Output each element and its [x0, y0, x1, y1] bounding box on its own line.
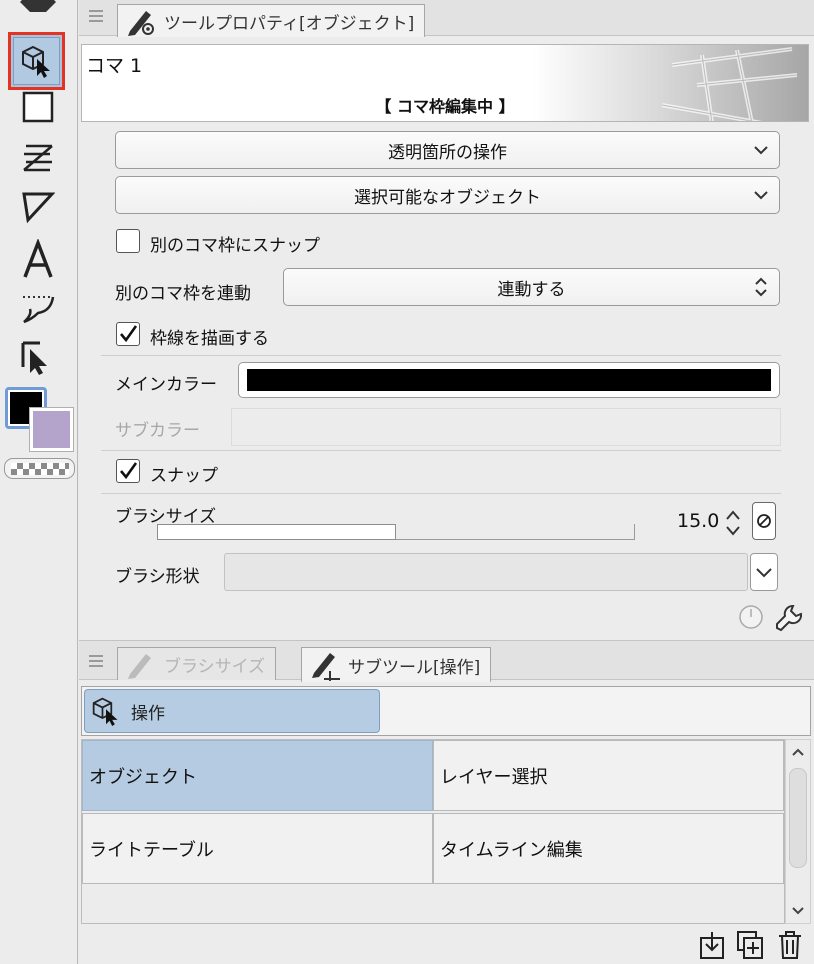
pen-gear-icon — [128, 11, 154, 36]
chevron-down-icon — [754, 146, 768, 155]
chevron-down-icon — [756, 568, 772, 578]
menu-icon[interactable] — [89, 10, 103, 24]
tab-brush-size-label: ブラシサイズ — [164, 656, 266, 677]
checkmark-icon — [120, 325, 138, 343]
tab-subtool[interactable]: サブツール[操作] — [301, 647, 492, 682]
rectangle-frame-icon — [22, 91, 54, 123]
subtool-item-light-table[interactable]: ライトテーブル — [82, 813, 433, 884]
pen-frame-icon — [312, 653, 340, 681]
selectable-objects-dropdown[interactable]: 選択可能なオブジェクト — [115, 176, 780, 214]
list-item-label: タイムライン編集 — [440, 839, 583, 861]
line-select-arrow-icon — [21, 341, 47, 375]
menu-icon[interactable] — [89, 655, 103, 669]
snap-label: スナップ — [150, 466, 218, 486]
subtool-list: オブジェクト レイヤー選択 ライトテーブル タイムライン編集 — [81, 739, 785, 924]
operation-tool-icon — [21, 45, 50, 78]
scroll-thumb[interactable] — [789, 768, 807, 868]
brush-shape-dropdown-button[interactable] — [750, 553, 778, 591]
list-item-label: レイヤー選択 — [440, 766, 548, 788]
subtool-group-bar: 操作 — [81, 686, 811, 736]
text-tool-button[interactable] — [14, 236, 62, 282]
sub-color-swatch[interactable] — [29, 407, 74, 452]
list-item-label: オブジェクト — [89, 766, 197, 788]
selectable-objects-value: 選択可能なオブジェクト — [354, 187, 541, 208]
trash-icon[interactable] — [776, 930, 804, 960]
tab-subtool-label: サブツール[操作] — [348, 657, 481, 678]
subtool-group-operation[interactable]: 操作 — [84, 689, 380, 733]
figure-tool-button[interactable] — [14, 184, 62, 230]
correction-tool-button[interactable] — [14, 334, 62, 380]
triangle-figure-icon — [22, 192, 55, 224]
snap-other-frame-label: 別のコマ枠にスナップ — [150, 236, 320, 256]
subtool-item-layer-select[interactable]: レイヤー選択 — [433, 740, 784, 811]
main-color-field[interactable] — [238, 362, 780, 398]
sub-color-label: サブカラー — [115, 421, 200, 441]
brush-size-slider-fill[interactable] — [157, 524, 396, 540]
subtool-header: ブラシサイズ サブツール[操作] — [79, 640, 814, 682]
draw-border-checkbox[interactable] — [116, 322, 140, 346]
subtool-bottom-bar — [79, 926, 814, 964]
transparent-color-swatch[interactable] — [4, 458, 75, 479]
preview-title: コマ 1 — [86, 55, 143, 77]
chevron-down-icon — [754, 191, 768, 200]
brush-icon — [128, 654, 151, 679]
transparent-area-dropdown[interactable]: 透明箇所の操作 — [115, 131, 780, 169]
ruler-icon — [23, 144, 53, 172]
frame-sketch-icon — [661, 47, 798, 121]
main-color-bar — [247, 369, 771, 391]
scroll-up-icon[interactable] — [788, 743, 808, 761]
pressure-toggle-icon — [757, 514, 771, 528]
checkerboard-icon — [10, 462, 69, 475]
main-color-label: メインカラー — [115, 375, 217, 395]
subtool-item-timeline-edit[interactable]: タイムライン編集 — [433, 813, 784, 884]
brush-size-value[interactable]: 15.0 — [677, 510, 719, 532]
list-item-label: ライトテーブル — [89, 839, 214, 861]
link-other-frame-label: 別のコマ枠を連動 — [115, 284, 251, 304]
tool-preview: コマ 1 【 コマ枠編集中 】 — [81, 44, 809, 122]
balloon-tool-button[interactable] — [14, 284, 62, 330]
brush-shape-field — [224, 553, 748, 591]
text-a-icon — [23, 239, 53, 278]
reset-icon[interactable] — [737, 603, 765, 631]
move-tool-icon[interactable] — [16, 0, 60, 12]
tab-brush-size[interactable]: ブラシサイズ — [117, 647, 277, 680]
operation-tool-icon — [92, 697, 118, 726]
stepper-arrows-icon[interactable] — [724, 508, 742, 538]
property-footer — [79, 600, 814, 636]
scroll-down-icon[interactable] — [788, 902, 808, 920]
tool-property-header: ツールプロパティ[オブジェクト] — [79, 0, 814, 37]
link-other-frame-value: 連動する — [497, 279, 566, 300]
subtool-group-label: 操作 — [131, 703, 165, 724]
transparent-area-value: 透明箇所の操作 — [388, 142, 507, 163]
brush-size-pressure-button[interactable] — [752, 502, 776, 540]
operation-tool-button[interactable] — [8, 32, 65, 90]
divider — [101, 355, 781, 356]
snap-other-frame-checkbox[interactable] — [116, 229, 140, 253]
balloon-icon — [23, 296, 55, 324]
subtool-scrollbar[interactable] — [785, 739, 811, 924]
tool-palette — [0, 0, 78, 964]
sub-color-fill — [33, 411, 70, 448]
checkmark-icon — [120, 462, 138, 480]
subtool-item-object[interactable]: オブジェクト — [82, 740, 433, 811]
tab-tool-property[interactable]: ツールプロパティ[オブジェクト] — [117, 4, 426, 37]
duplicate-subtool-icon[interactable] — [736, 930, 764, 960]
sub-color-field — [231, 408, 781, 446]
tool-property-panel: ツールプロパティ[オブジェクト] コマ 1 【 コマ枠編集中 】 透明箇所の操作… — [79, 0, 814, 964]
link-other-frame-select[interactable]: 連動する — [283, 268, 780, 306]
snap-checkbox[interactable] — [116, 459, 140, 483]
import-subtool-icon[interactable] — [698, 930, 726, 960]
brush-shape-label: ブラシ形状 — [115, 567, 200, 587]
divider — [101, 450, 781, 451]
tab-tool-property-label: ツールプロパティ[オブジェクト] — [164, 13, 415, 34]
draw-border-label: 枠線を描画する — [150, 329, 269, 349]
ruler-tool-button[interactable] — [14, 134, 62, 180]
up-down-arrows-icon — [755, 277, 767, 297]
frame-border-tool-button[interactable] — [14, 84, 62, 130]
wrench-icon[interactable] — [773, 602, 805, 634]
divider — [101, 493, 781, 494]
